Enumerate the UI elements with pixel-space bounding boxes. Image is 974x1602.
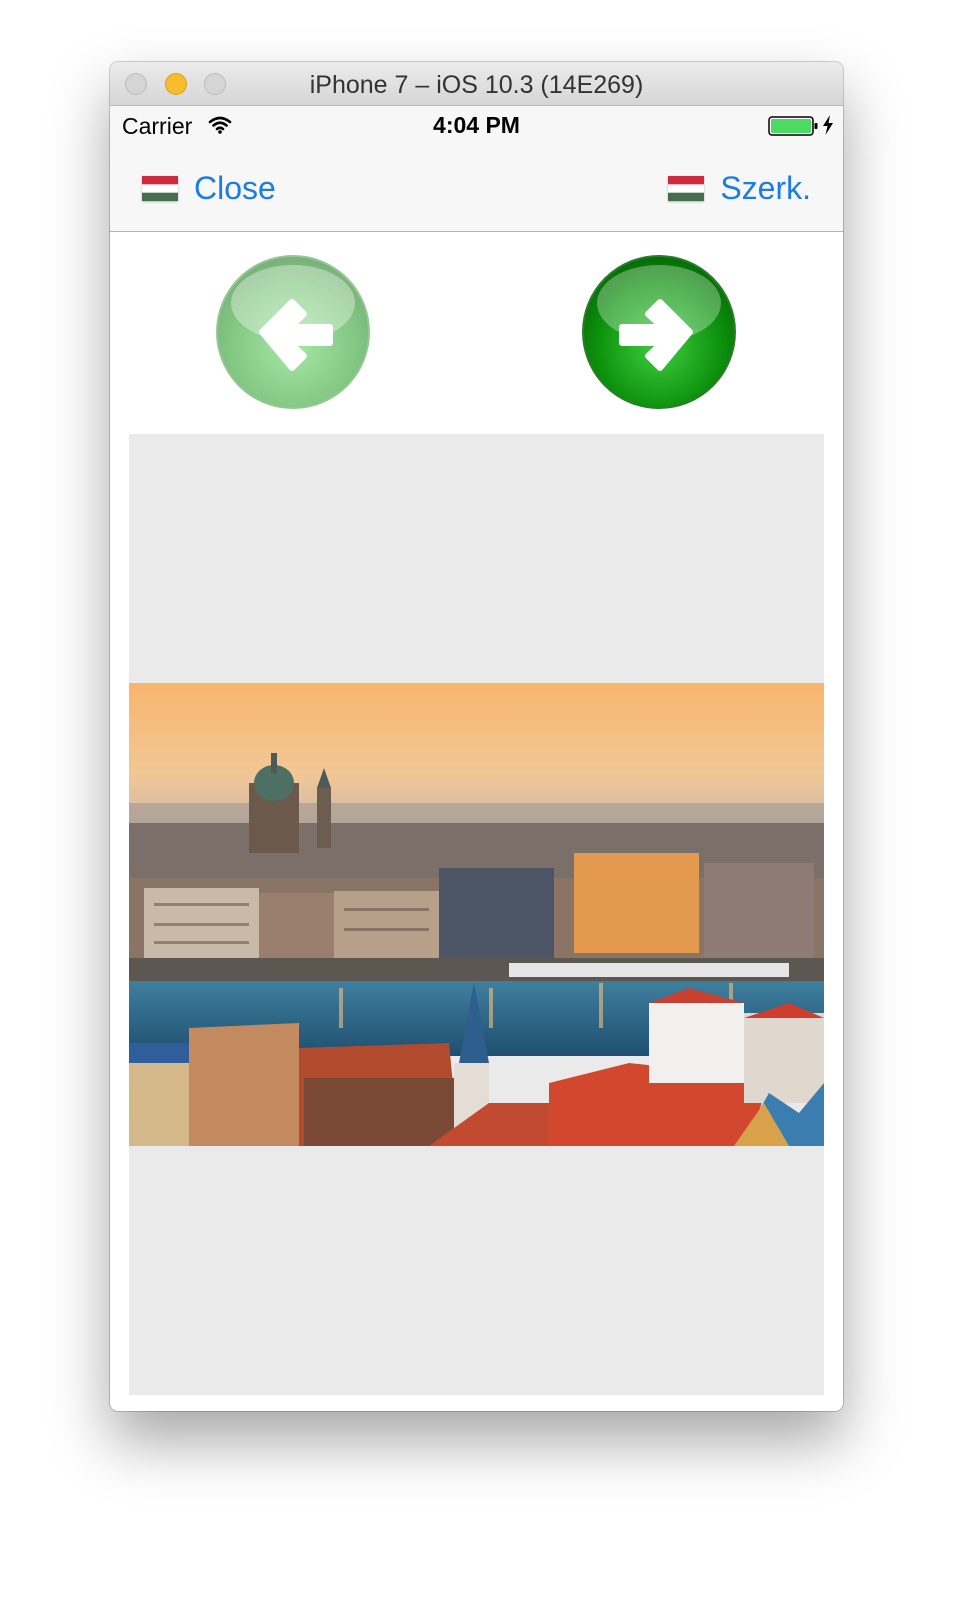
simulator-window: iPhone 7 – iOS 10.3 (14E269) Carrier 4:0…: [110, 62, 843, 1411]
city-photo: [129, 683, 824, 1146]
close-label: Close: [194, 169, 276, 206]
hungary-flag-icon: [668, 175, 705, 201]
close-button[interactable]: Close: [142, 168, 276, 208]
navigation-bar: Close Szerk.: [110, 146, 843, 232]
window-titlebar: iPhone 7 – iOS 10.3 (14E269): [110, 62, 843, 106]
charging-bolt-icon: [823, 115, 833, 135]
hungary-flag-icon: [142, 175, 178, 201]
image-viewer[interactable]: [129, 434, 824, 1395]
next-button[interactable]: [580, 253, 738, 411]
edit-button[interactable]: Szerk.: [668, 168, 811, 208]
status-bar: Carrier 4:04 PM: [110, 106, 843, 146]
edit-label: Szerk.: [720, 169, 811, 206]
previous-button[interactable]: [214, 253, 372, 411]
battery-icon: [768, 116, 818, 136]
status-time: 4:04 PM: [433, 112, 520, 138]
window-title: iPhone 7 – iOS 10.3 (14E269): [309, 71, 644, 99]
